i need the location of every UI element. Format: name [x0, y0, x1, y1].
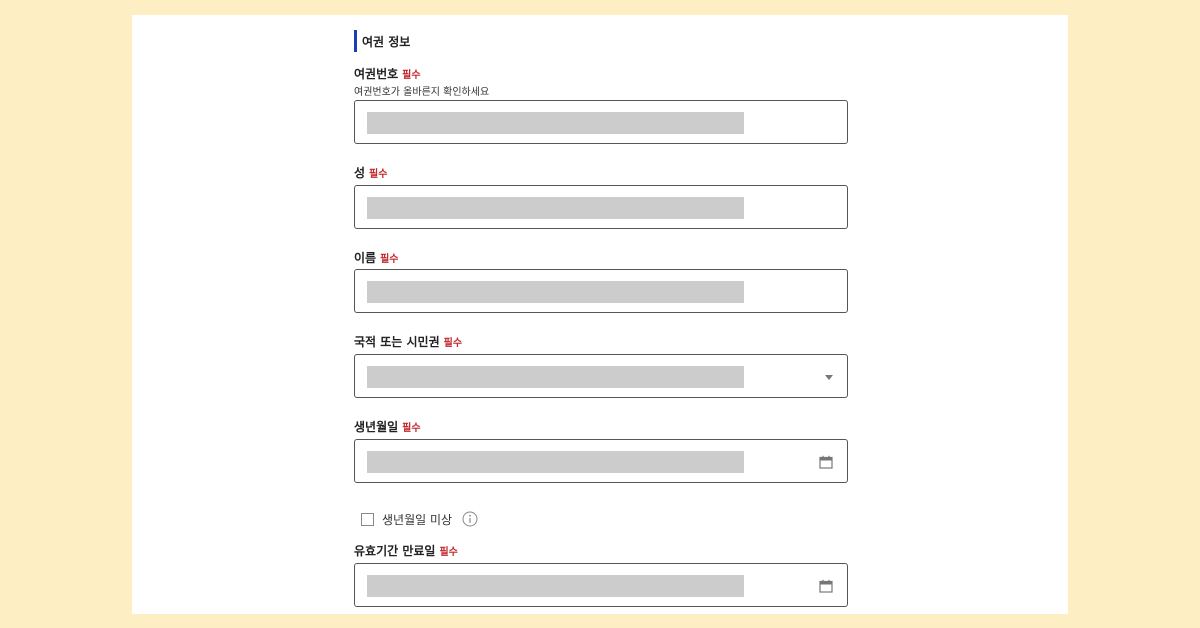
birth-unknown-row: 생년월일 미상 — [361, 509, 478, 529]
form-panel: 여권 정보 여권번호 필수 여권번호가 올바른지 확인하세요 성 필수 이름 필수 국… — [132, 15, 1068, 614]
redacted-value — [367, 451, 744, 473]
surname-label: 성 필수 — [354, 164, 387, 181]
passport-number-hint: 여권번호가 올바른지 확인하세요 — [354, 87, 490, 98]
redacted-value — [367, 366, 744, 388]
birth-unknown-checkbox[interactable] — [361, 512, 374, 526]
given-name-label-text: 이름 — [354, 251, 377, 265]
passport-number-label: 여권번호 필수 — [354, 65, 421, 82]
surname-input[interactable] — [354, 185, 848, 229]
section-header: 여권 정보 — [354, 30, 410, 52]
section-accent-bar — [354, 30, 357, 52]
required-tag: 필수 — [402, 70, 421, 81]
birth-date-label-text: 생년월일 — [354, 420, 399, 434]
calendar-icon[interactable] — [819, 455, 833, 469]
passport-number-label-text: 여권번호 — [354, 67, 399, 81]
birth-date-input[interactable] — [354, 439, 848, 483]
expiry-date-label-text: 유효기간 만료일 — [354, 544, 436, 558]
redacted-value — [367, 281, 744, 303]
nationality-label-text: 국적 또는 시민권 — [354, 335, 440, 349]
required-tag: 필수 — [439, 547, 458, 558]
nationality-label: 국적 또는 시민권 필수 — [354, 333, 462, 350]
redacted-value — [367, 112, 744, 134]
nationality-select[interactable] — [354, 354, 848, 398]
calendar-icon[interactable] — [819, 579, 833, 593]
given-name-label: 이름 필수 — [354, 249, 399, 266]
required-tag: 필수 — [369, 169, 388, 180]
expiry-date-label: 유효기간 만료일 필수 — [354, 542, 458, 559]
surname-label-text: 성 — [354, 166, 366, 180]
required-tag: 필수 — [402, 423, 421, 434]
required-tag: 필수 — [380, 254, 399, 265]
redacted-value — [367, 197, 744, 219]
chevron-down-icon[interactable] — [825, 375, 833, 380]
redacted-value — [367, 575, 744, 597]
expiry-date-input[interactable] — [354, 563, 848, 607]
birth-date-label: 생년월일 필수 — [354, 418, 421, 435]
info-icon[interactable] — [462, 511, 478, 527]
given-name-input[interactable] — [354, 269, 848, 313]
birth-unknown-label[interactable]: 생년월일 미상 — [382, 511, 452, 528]
required-tag: 필수 — [443, 338, 463, 349]
section-title: 여권 정보 — [362, 34, 411, 49]
passport-number-input[interactable] — [354, 100, 848, 144]
